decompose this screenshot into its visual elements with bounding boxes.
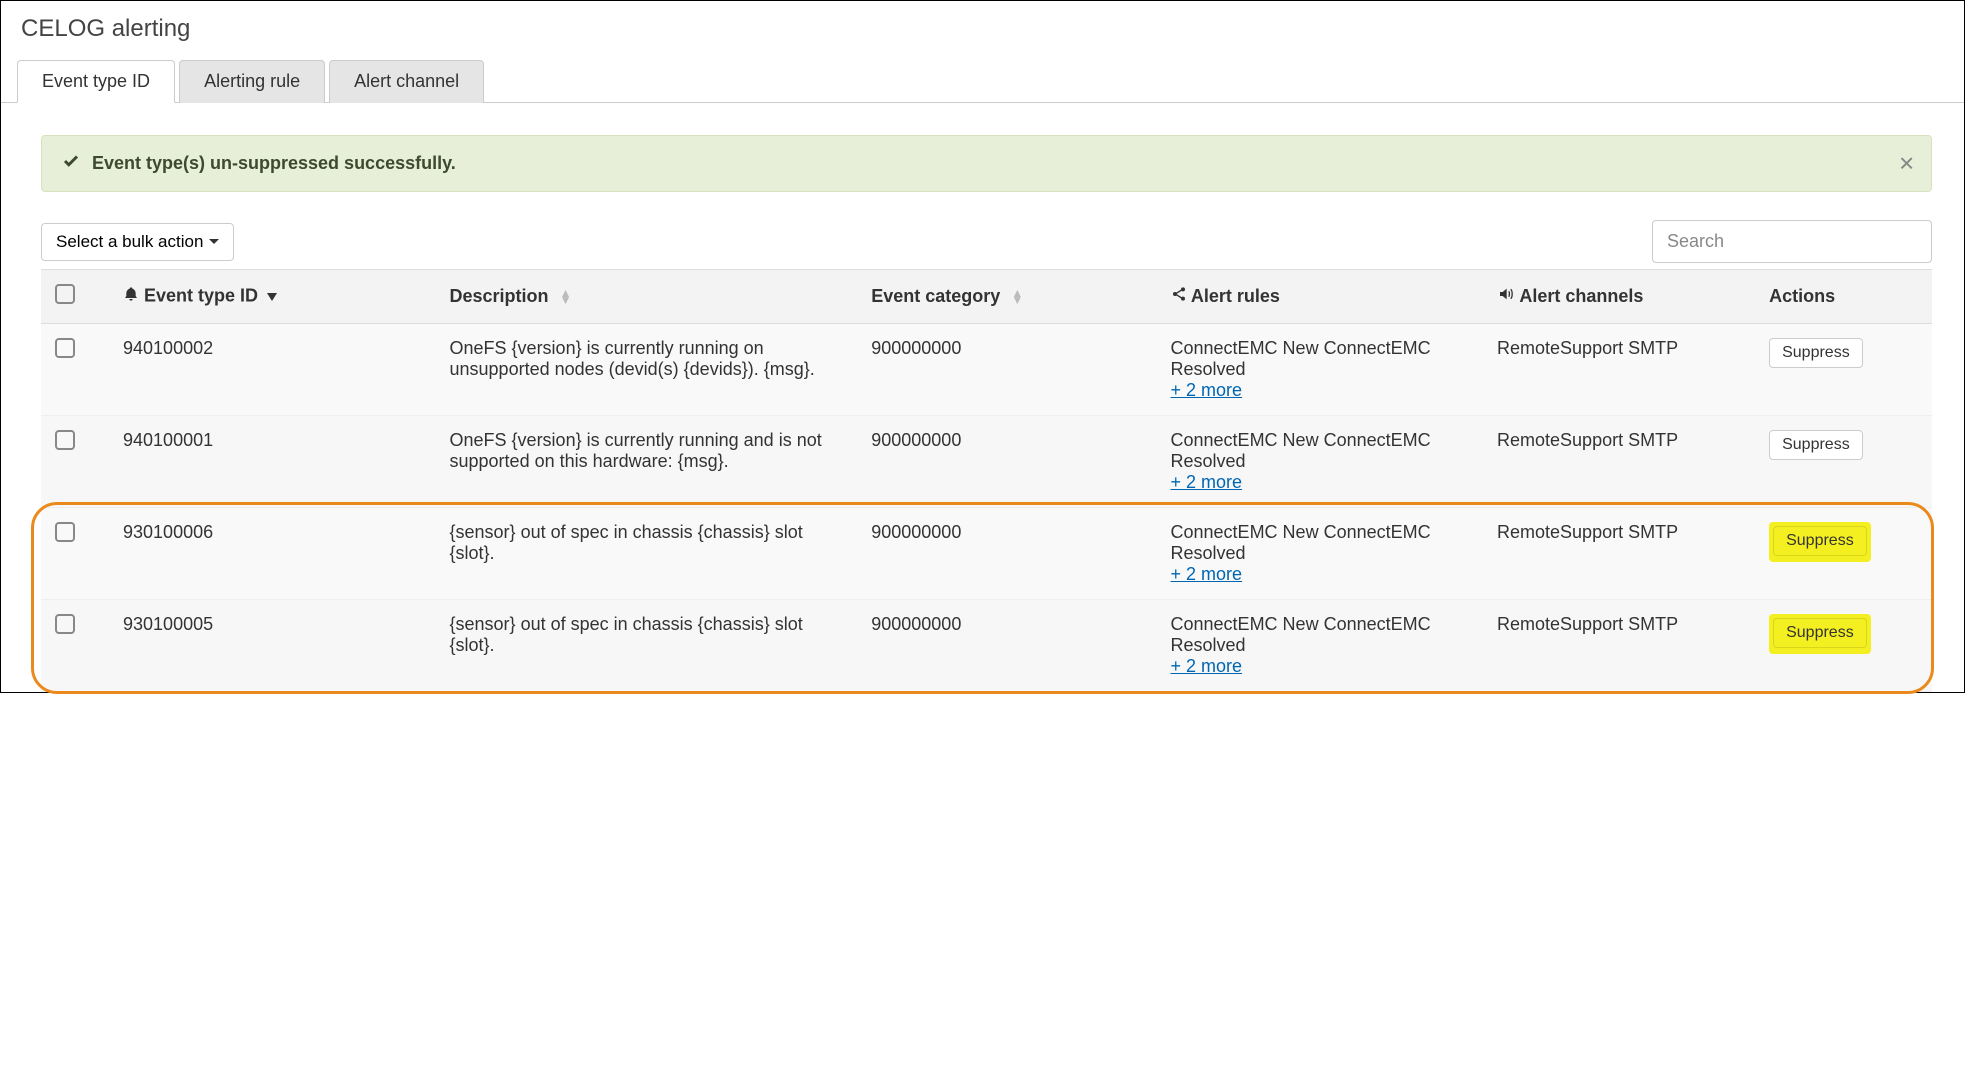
col-actions: Actions <box>1769 286 1835 306</box>
tab-alert-channel[interactable]: Alert channel <box>329 60 484 103</box>
cell-event-category: 900000000 <box>871 522 961 542</box>
table-row: 930100006 {sensor} out of spec in chassi… <box>41 508 1932 600</box>
cell-alert-rules: ConnectEMC New ConnectEMC Resolved <box>1171 614 1470 656</box>
tab-bar: Event type ID Alerting rule Alert channe… <box>1 59 1964 103</box>
check-icon <box>62 152 80 175</box>
close-icon[interactable]: ✕ <box>1898 151 1915 176</box>
share-icon <box>1171 286 1187 307</box>
more-rules-link[interactable]: + 2 more <box>1171 472 1470 493</box>
cell-description: {sensor} out of spec in chassis {chassis… <box>450 614 803 655</box>
more-rules-link[interactable]: + 2 more <box>1171 656 1470 677</box>
cell-alert-channels: RemoteSupport SMTP <box>1497 338 1678 358</box>
suppress-button[interactable]: Suppress <box>1769 430 1863 460</box>
cell-alert-rules: ConnectEMC New ConnectEMC Resolved <box>1171 338 1470 380</box>
select-all-checkbox[interactable] <box>55 284 75 304</box>
col-event-type-id[interactable]: Event type ID <box>144 285 258 305</box>
cell-event-type-id: 930100005 <box>123 614 213 634</box>
sort-icon: ▲▼ <box>1011 290 1023 304</box>
more-rules-link[interactable]: + 2 more <box>1171 380 1470 401</box>
row-checkbox[interactable] <box>55 338 75 358</box>
bulk-action-dropdown[interactable]: Select a bulk action <box>41 223 234 261</box>
suppress-button[interactable]: Suppress <box>1769 338 1863 368</box>
cell-event-category: 900000000 <box>871 430 961 450</box>
caret-down-icon <box>209 232 219 252</box>
cell-event-category: 900000000 <box>871 614 961 634</box>
page-title: CELOG alerting <box>1 11 1964 59</box>
cell-event-category: 900000000 <box>871 338 961 358</box>
success-banner-text: Event type(s) un-suppressed successfully… <box>92 153 456 174</box>
sort-desc-icon <box>267 290 277 304</box>
row-checkbox[interactable] <box>55 430 75 450</box>
cell-description: OneFS {version} is currently running and… <box>450 430 822 471</box>
suppress-button[interactable]: Suppress <box>1773 526 1867 556</box>
cell-event-type-id: 930100006 <box>123 522 213 542</box>
sort-icon: ▲▼ <box>560 290 572 304</box>
cell-event-type-id: 940100002 <box>123 338 213 358</box>
cell-alert-channels: RemoteSupport SMTP <box>1497 614 1678 634</box>
col-event-category[interactable]: Event category <box>871 286 1000 306</box>
success-banner: Event type(s) un-suppressed successfully… <box>41 135 1932 192</box>
bell-icon <box>123 285 139 308</box>
table-row: 940100002 OneFS {version} is currently r… <box>41 324 1932 416</box>
col-alert-rules: Alert rules <box>1191 286 1280 306</box>
cell-alert-rules: ConnectEMC New ConnectEMC Resolved <box>1171 522 1470 564</box>
speaker-icon <box>1497 286 1515 307</box>
search-input[interactable] <box>1652 220 1932 263</box>
event-type-table: Event type ID Description ▲▼ Event categ… <box>41 269 1932 692</box>
cell-alert-channels: RemoteSupport SMTP <box>1497 430 1678 450</box>
cell-alert-rules: ConnectEMC New ConnectEMC Resolved <box>1171 430 1470 472</box>
table-row: 930100005 {sensor} out of spec in chassi… <box>41 600 1932 692</box>
col-description[interactable]: Description <box>450 286 549 306</box>
row-checkbox[interactable] <box>55 522 75 542</box>
bulk-action-label: Select a bulk action <box>56 232 203 252</box>
cell-description: {sensor} out of spec in chassis {chassis… <box>450 522 803 563</box>
col-alert-channels: Alert channels <box>1519 286 1643 306</box>
tab-alerting-rule[interactable]: Alerting rule <box>179 60 325 103</box>
row-checkbox[interactable] <box>55 614 75 634</box>
cell-alert-channels: RemoteSupport SMTP <box>1497 522 1678 542</box>
table-row: 940100001 OneFS {version} is currently r… <box>41 416 1932 508</box>
more-rules-link[interactable]: + 2 more <box>1171 564 1470 585</box>
suppress-button[interactable]: Suppress <box>1773 618 1867 648</box>
cell-event-type-id: 940100001 <box>123 430 213 450</box>
tab-event-type-id[interactable]: Event type ID <box>17 60 175 103</box>
cell-description: OneFS {version} is currently running on … <box>450 338 815 379</box>
